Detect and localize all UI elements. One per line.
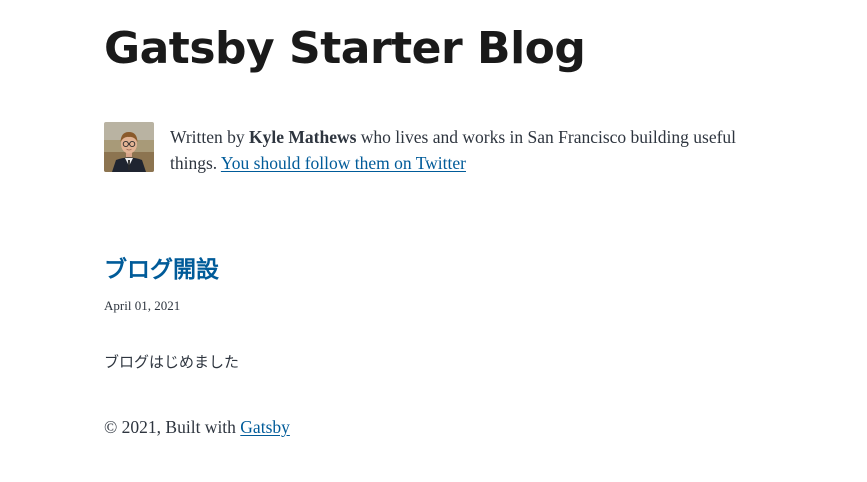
profile-photo-icon [104, 122, 154, 172]
post-title-link[interactable]: ブログ開設 [104, 252, 764, 288]
site-title[interactable]: Gatsby Starter Blog [104, 20, 586, 78]
author-name: Kyle Mathews [249, 127, 357, 147]
post-item: ブログ開設 April 01, 2021 ブログはじめました [104, 252, 764, 371]
footer-copyright: © 2021, Built with [104, 417, 241, 437]
post-excerpt: ブログはじめました [104, 353, 240, 371]
post-date: April 01, 2021 [104, 298, 181, 313]
gatsby-link[interactable]: Gatsby [240, 417, 290, 437]
twitter-link[interactable]: You should follow them on Twitter [221, 153, 466, 173]
bio: Written by Kyle Mathews who lives and wo… [104, 122, 764, 182]
footer: © 2021, Built with Gatsby [104, 415, 290, 439]
avatar [104, 122, 154, 172]
bio-written-by: Written by [170, 127, 249, 147]
bio-text: Written by Kyle Mathews who lives and wo… [170, 124, 760, 176]
